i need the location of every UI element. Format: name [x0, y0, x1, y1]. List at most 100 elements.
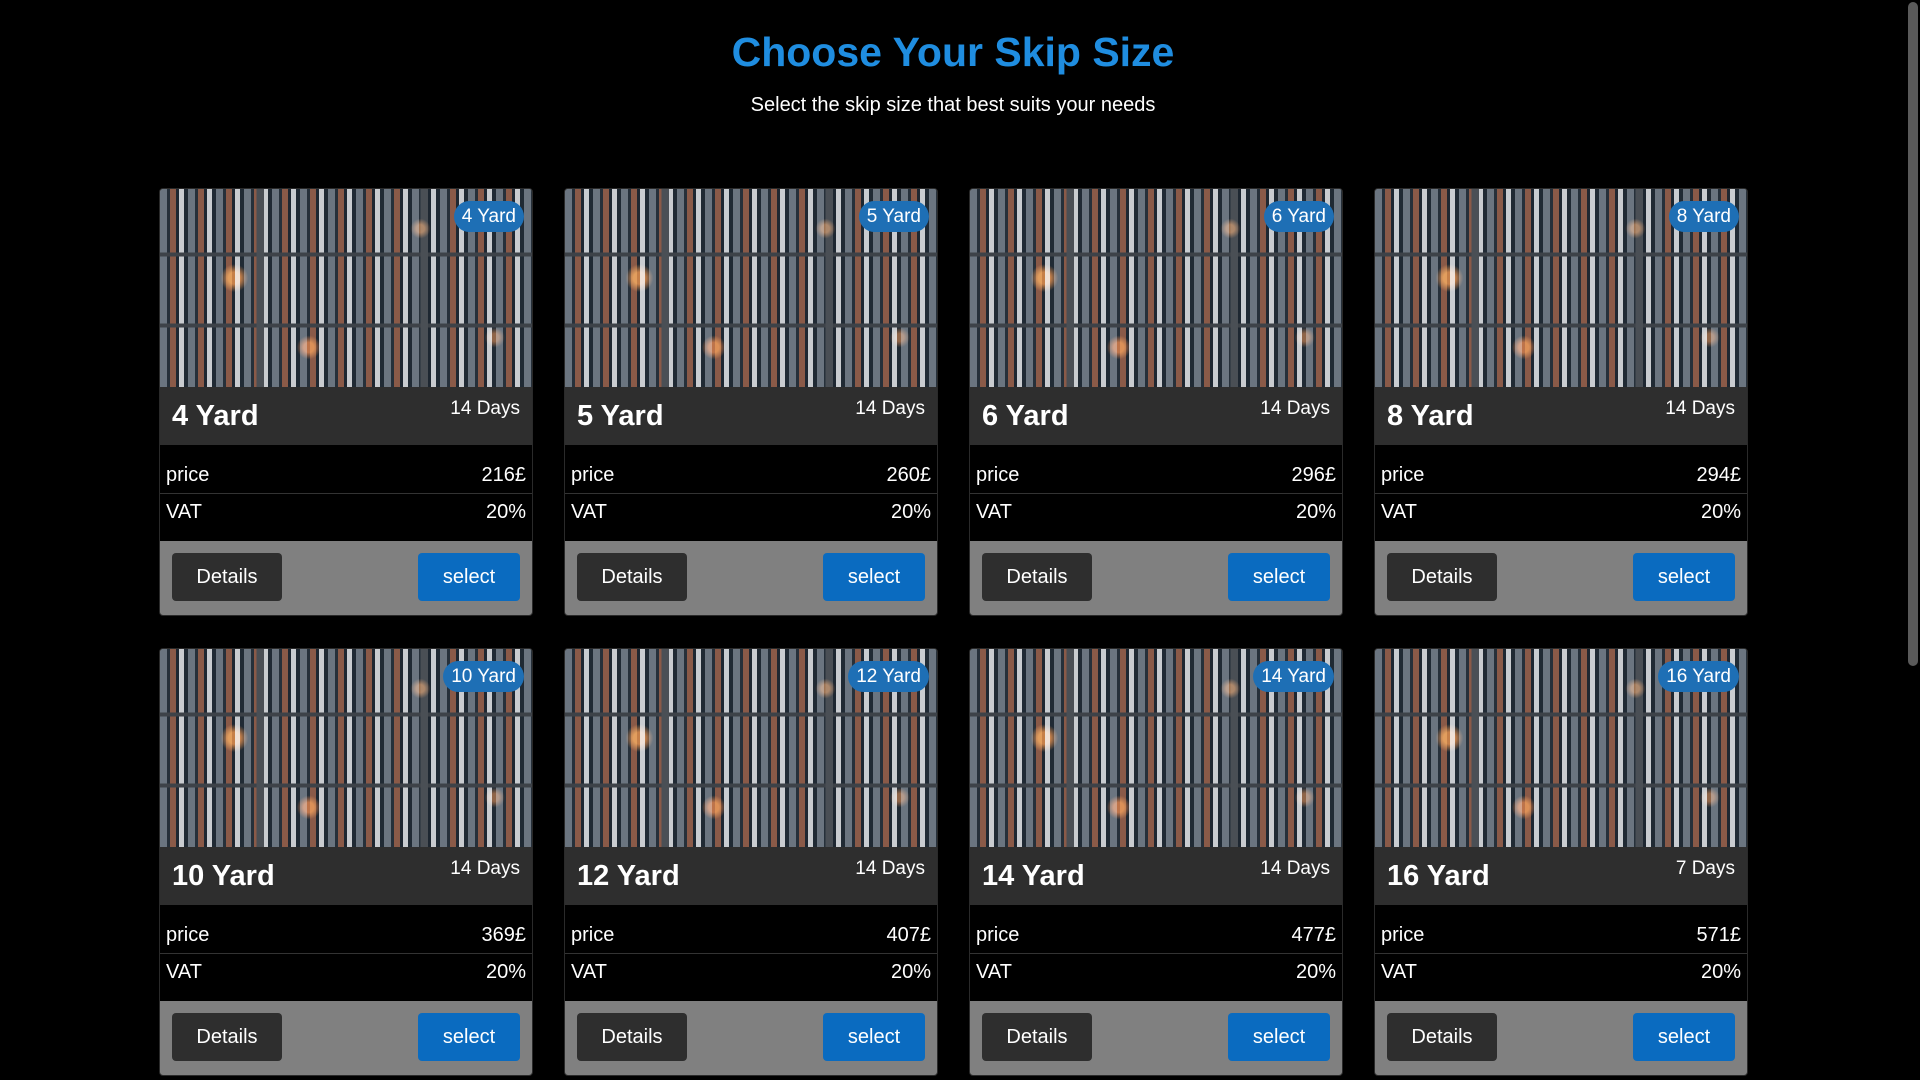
price-label: price: [166, 464, 210, 486]
skip-card[interactable]: 5 Yard 5 Yard 14 Days price 260£ VAT 20%…: [564, 188, 938, 616]
card-actions: Details select: [565, 541, 937, 615]
details-button[interactable]: Details: [1387, 1013, 1497, 1061]
price-info: price 296£ VAT 20%: [970, 445, 1342, 541]
skip-card[interactable]: 16 Yard 16 Yard 7 Days price 571£ VAT 20…: [1374, 648, 1748, 1076]
skip-card[interactable]: 10 Yard 10 Yard 14 Days price 369£ VAT 2…: [159, 648, 533, 1076]
skip-card[interactable]: 8 Yard 8 Yard 14 Days price 294£ VAT 20%…: [1374, 188, 1748, 616]
size-badge: 8 Yard: [1668, 201, 1739, 232]
vat-row: VAT 20%: [565, 494, 937, 530]
card-actions: Details select: [160, 1001, 532, 1075]
card-header: 12 Yard 14 Days: [565, 847, 937, 905]
vat-value: 20%: [1295, 961, 1336, 983]
card-actions: Details select: [565, 1001, 937, 1075]
price-label: price: [1381, 924, 1425, 946]
skip-card[interactable]: 14 Yard 14 Yard 14 Days price 477£ VAT 2…: [969, 648, 1343, 1076]
page-subtitle: Select the skip size that best suits you…: [750, 94, 1156, 116]
scrollbar-thumb[interactable]: [1908, 2, 1918, 666]
card-actions: Details select: [1375, 541, 1747, 615]
size-badge: 14 Yard: [1253, 661, 1334, 692]
price-row: price 216£: [160, 457, 532, 494]
select-button[interactable]: select: [418, 553, 520, 601]
select-button[interactable]: select: [823, 553, 925, 601]
details-button[interactable]: Details: [982, 553, 1092, 601]
skip-card[interactable]: 6 Yard 6 Yard 14 Days price 296£ VAT 20%…: [969, 188, 1343, 616]
size-badge: 4 Yard: [453, 201, 524, 232]
price-label: price: [976, 924, 1020, 946]
details-button[interactable]: Details: [172, 1013, 282, 1061]
price-value: 294£: [1696, 464, 1742, 486]
skip-grid: 4 Yard 4 Yard 14 Days price 216£ VAT 20%…: [159, 188, 1749, 1076]
page-scrollbar[interactable]: [1906, 0, 1920, 1080]
skip-name: 6 Yard: [982, 400, 1069, 432]
price-value: 216£: [481, 464, 527, 486]
price-info: price 294£ VAT 20%: [1375, 445, 1747, 541]
hire-period: 14 Days: [1260, 398, 1330, 419]
price-row: price 260£: [565, 457, 937, 494]
vat-label: VAT: [166, 961, 202, 983]
card-header: 4 Yard 14 Days: [160, 387, 532, 445]
skip-card[interactable]: 12 Yard 12 Yard 14 Days price 407£ VAT 2…: [564, 648, 938, 1076]
details-button[interactable]: Details: [577, 1013, 687, 1061]
price-value: 369£: [481, 924, 527, 946]
select-button[interactable]: select: [1633, 1013, 1735, 1061]
skip-image: 16 Yard: [1375, 649, 1747, 847]
vat-label: VAT: [166, 501, 202, 523]
skip-name: 5 Yard: [577, 400, 664, 432]
vat-label: VAT: [1381, 961, 1417, 983]
select-button[interactable]: select: [1228, 1013, 1330, 1061]
vat-row: VAT 20%: [970, 954, 1342, 990]
price-label: price: [571, 924, 615, 946]
skip-name: 10 Yard: [172, 860, 275, 892]
details-button[interactable]: Details: [577, 553, 687, 601]
select-button[interactable]: select: [1633, 553, 1735, 601]
card-header: 8 Yard 14 Days: [1375, 387, 1747, 445]
select-button[interactable]: select: [1228, 553, 1330, 601]
details-button[interactable]: Details: [172, 553, 282, 601]
vat-row: VAT 20%: [565, 954, 937, 990]
size-badge: 16 Yard: [1658, 661, 1739, 692]
price-label: price: [976, 464, 1020, 486]
price-label: price: [166, 924, 210, 946]
card-header: 6 Yard 14 Days: [970, 387, 1342, 445]
hire-period: 7 Days: [1675, 858, 1735, 879]
price-row: price 296£: [970, 457, 1342, 494]
vat-row: VAT 20%: [160, 954, 532, 990]
select-button[interactable]: select: [418, 1013, 520, 1061]
skip-image: 5 Yard: [565, 189, 937, 387]
price-row: price 294£: [1375, 457, 1747, 494]
hire-period: 14 Days: [1665, 398, 1735, 419]
vat-row: VAT 20%: [1375, 494, 1747, 530]
skip-name: 4 Yard: [172, 400, 259, 432]
details-button[interactable]: Details: [1387, 553, 1497, 601]
hire-period: 14 Days: [1260, 858, 1330, 879]
vat-value: 20%: [1700, 501, 1741, 523]
hire-period: 14 Days: [855, 858, 925, 879]
price-value: 260£: [886, 464, 932, 486]
vat-value: 20%: [890, 961, 931, 983]
skip-image: 10 Yard: [160, 649, 532, 847]
skip-name: 8 Yard: [1387, 400, 1474, 432]
skip-image: 14 Yard: [970, 649, 1342, 847]
vat-value: 20%: [485, 501, 526, 523]
card-actions: Details select: [970, 541, 1342, 615]
price-value: 477£: [1291, 924, 1337, 946]
select-button[interactable]: select: [823, 1013, 925, 1061]
skip-image: 4 Yard: [160, 189, 532, 387]
price-value: 407£: [886, 924, 932, 946]
details-button[interactable]: Details: [982, 1013, 1092, 1061]
vat-label: VAT: [976, 501, 1012, 523]
vat-label: VAT: [571, 961, 607, 983]
hire-period: 14 Days: [450, 858, 520, 879]
skip-name: 12 Yard: [577, 860, 680, 892]
size-badge: 6 Yard: [1263, 201, 1334, 232]
vat-label: VAT: [571, 501, 607, 523]
size-badge: 5 Yard: [858, 201, 929, 232]
skip-name: 16 Yard: [1387, 860, 1490, 892]
card-header: 14 Yard 14 Days: [970, 847, 1342, 905]
skip-card[interactable]: 4 Yard 4 Yard 14 Days price 216£ VAT 20%…: [159, 188, 533, 616]
card-actions: Details select: [160, 541, 532, 615]
price-info: price 260£ VAT 20%: [565, 445, 937, 541]
skip-image: 6 Yard: [970, 189, 1342, 387]
price-info: price 369£ VAT 20%: [160, 905, 532, 1001]
price-value: 296£: [1291, 464, 1337, 486]
